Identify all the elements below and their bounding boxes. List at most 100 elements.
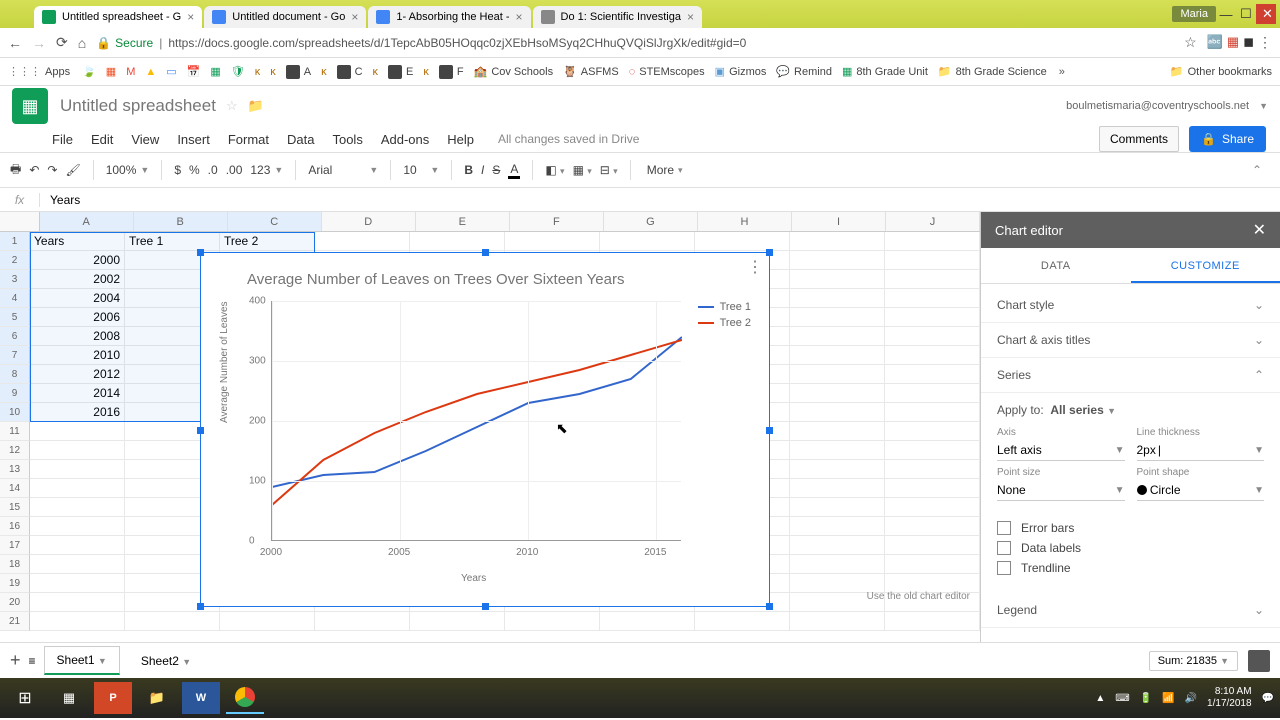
- column-header[interactable]: I: [792, 212, 886, 231]
- bookmark-item[interactable]: ▣Gizmos: [715, 65, 767, 78]
- bookmark-item[interactable]: ▦: [210, 65, 220, 78]
- menu-file[interactable]: File: [52, 132, 73, 147]
- url-field[interactable]: 🔒Secure | https://docs.google.com/spread…: [96, 36, 1174, 50]
- font-size-select[interactable]: 10▼: [403, 163, 439, 177]
- checkbox-data-labels[interactable]: Data labels: [997, 541, 1264, 555]
- explore-button[interactable]: [1248, 650, 1270, 672]
- extension-icon[interactable]: ▦: [1227, 34, 1239, 51]
- tray-notifications-icon[interactable]: 💬: [1262, 693, 1274, 704]
- task-view-button[interactable]: ▦: [50, 682, 88, 714]
- tray-battery-icon[interactable]: 🔋: [1140, 693, 1152, 704]
- cell[interactable]: [885, 403, 980, 422]
- cell[interactable]: [885, 270, 980, 289]
- row-header[interactable]: 9: [0, 384, 30, 403]
- bookmark-item[interactable]: E: [388, 65, 413, 79]
- row-header[interactable]: 6: [0, 327, 30, 346]
- close-icon[interactable]: ✕: [1253, 220, 1266, 240]
- row-header[interactable]: 14: [0, 479, 30, 498]
- row-header[interactable]: 5: [0, 308, 30, 327]
- bookmark-item[interactable]: κ: [373, 66, 379, 78]
- cell[interactable]: [885, 327, 980, 346]
- menu-data[interactable]: Data: [287, 132, 314, 147]
- chart-title[interactable]: Average Number of Leaves on Trees Over S…: [247, 271, 624, 288]
- column-header[interactable]: D: [322, 212, 416, 231]
- sheet-tab[interactable]: Sheet2 ▼: [128, 647, 204, 675]
- cell[interactable]: [600, 612, 695, 631]
- all-sheets-button[interactable]: ≡: [29, 654, 36, 668]
- apply-to-select[interactable]: All series: [1050, 403, 1103, 417]
- cell[interactable]: [790, 422, 885, 441]
- cell[interactable]: [790, 498, 885, 517]
- cell[interactable]: [885, 251, 980, 270]
- cell[interactable]: [30, 536, 125, 555]
- bookmark-item[interactable]: 🦉ASFMS: [563, 65, 619, 78]
- checkbox-trendline[interactable]: Trendline: [997, 561, 1264, 575]
- cell[interactable]: [790, 441, 885, 460]
- cell[interactable]: [885, 232, 980, 251]
- cell[interactable]: [790, 308, 885, 327]
- bookmark-item[interactable]: 💬Remind: [776, 65, 832, 78]
- menu-insert[interactable]: Insert: [177, 132, 210, 147]
- taskbar-app-chrome[interactable]: [226, 682, 264, 714]
- tray-clock[interactable]: 8:10 AM1/17/2018: [1207, 686, 1252, 710]
- cell[interactable]: [885, 422, 980, 441]
- tray-keyboard-icon[interactable]: ⌨: [1115, 693, 1129, 704]
- cell[interactable]: [790, 517, 885, 536]
- cell[interactable]: [315, 612, 410, 631]
- other-bookmarks[interactable]: 📁Other bookmarks: [1170, 65, 1272, 78]
- close-icon[interactable]: ×: [516, 10, 523, 24]
- cell[interactable]: [885, 365, 980, 384]
- column-header[interactable]: E: [416, 212, 510, 231]
- cell[interactable]: [30, 555, 125, 574]
- cell[interactable]: [790, 251, 885, 270]
- taskbar-app-word[interactable]: W: [182, 682, 220, 714]
- cell[interactable]: [885, 460, 980, 479]
- tab-customize[interactable]: CUSTOMIZE: [1131, 248, 1280, 283]
- menu-edit[interactable]: Edit: [91, 132, 113, 147]
- tab-data[interactable]: DATA: [981, 248, 1131, 283]
- formula-input[interactable]: Years: [40, 193, 80, 207]
- cell[interactable]: [790, 612, 885, 631]
- bookmark-item[interactable]: C: [337, 65, 363, 79]
- browser-tab[interactable]: Untitled spreadsheet - G×: [34, 6, 202, 28]
- print-icon[interactable]: 🖶: [10, 160, 21, 181]
- column-header[interactable]: F: [510, 212, 604, 231]
- column-header[interactable]: G: [604, 212, 698, 231]
- tray-volume-icon[interactable]: 🔊: [1185, 693, 1197, 704]
- borders-icon[interactable]: ▦ ▾: [573, 163, 592, 177]
- checkbox-error-bars[interactable]: Error bars: [997, 521, 1264, 535]
- bookmark-item[interactable]: κ: [270, 66, 276, 78]
- close-icon[interactable]: ×: [187, 10, 194, 24]
- window-close-button[interactable]: ✕: [1256, 4, 1276, 24]
- cell[interactable]: [885, 308, 980, 327]
- bookmark-item[interactable]: ▦: [106, 65, 116, 78]
- menu-help[interactable]: Help: [447, 132, 474, 147]
- chart-menu-icon[interactable]: ⋮: [747, 257, 763, 277]
- spreadsheet-grid[interactable]: ABCDEFGHIJ 12345678910111213141516171819…: [0, 212, 980, 642]
- menu-format[interactable]: Format: [228, 132, 269, 147]
- row-header[interactable]: 11: [0, 422, 30, 441]
- bookmark-item[interactable]: 📅: [187, 65, 201, 78]
- cell[interactable]: [790, 384, 885, 403]
- cell[interactable]: [790, 460, 885, 479]
- section-legend[interactable]: Legend⌄: [981, 593, 1280, 628]
- currency-icon[interactable]: $: [174, 163, 181, 177]
- cell[interactable]: [790, 327, 885, 346]
- maximize-button[interactable]: ☐: [1236, 6, 1256, 22]
- row-header[interactable]: 4: [0, 289, 30, 308]
- paint-format-icon[interactable]: 🖌: [65, 163, 80, 177]
- bookmark-item[interactable]: ▭: [166, 65, 176, 78]
- row-header[interactable]: 8: [0, 365, 30, 384]
- bookmark-item[interactable]: M: [126, 66, 135, 78]
- redo-icon[interactable]: ↷: [47, 163, 57, 177]
- point-size-select[interactable]: None▼: [997, 480, 1125, 501]
- bookmark-item[interactable]: 🏫Cov Schools: [474, 65, 553, 78]
- zoom-select[interactable]: 100% ▼: [106, 163, 150, 177]
- cell[interactable]: [790, 403, 885, 422]
- account-label[interactable]: boulmetismaria@coventryschools.net: [1066, 100, 1249, 112]
- row-header[interactable]: 15: [0, 498, 30, 517]
- back-button[interactable]: ←: [8, 35, 22, 51]
- bookmark-item[interactable]: ◌STEMscopes: [629, 66, 705, 78]
- home-button[interactable]: ⌂: [78, 35, 86, 51]
- profile-badge[interactable]: Maria: [1172, 6, 1216, 22]
